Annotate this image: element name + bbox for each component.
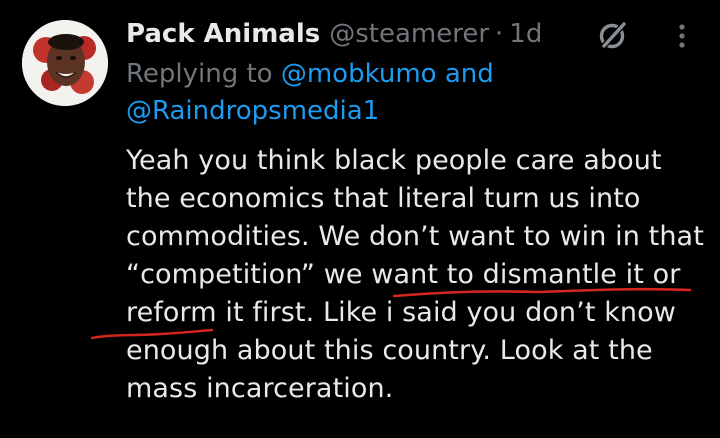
tweet-text: Yeah you think black people care about t… (126, 145, 704, 404)
mention-conjunction: and (444, 59, 494, 89)
replying-to-line: Replying to @mobkumo and @Raindropsmedia… (126, 56, 686, 130)
more-options-icon[interactable] (672, 18, 692, 54)
timestamp[interactable]: 1d (509, 19, 542, 49)
display-name[interactable]: Pack Animals (126, 19, 320, 49)
tweet-header: Pack Animals @steamerer · 1d (126, 14, 542, 54)
replying-to-label: Replying to (126, 59, 273, 89)
mention-link-mobkumo[interactable]: @mobkumo (281, 59, 437, 89)
tweet-card[interactable]: Pack Animals @steamerer · 1d Replying to… (0, 0, 720, 438)
avatar-image (22, 20, 108, 106)
mention-link-raindropsmedia1[interactable]: @Raindropsmedia1 (126, 96, 379, 126)
user-handle[interactable]: @steamerer (329, 19, 489, 49)
separator-dot: · (495, 19, 504, 49)
grok-icon[interactable] (594, 18, 630, 54)
profile-avatar[interactable] (22, 20, 108, 106)
